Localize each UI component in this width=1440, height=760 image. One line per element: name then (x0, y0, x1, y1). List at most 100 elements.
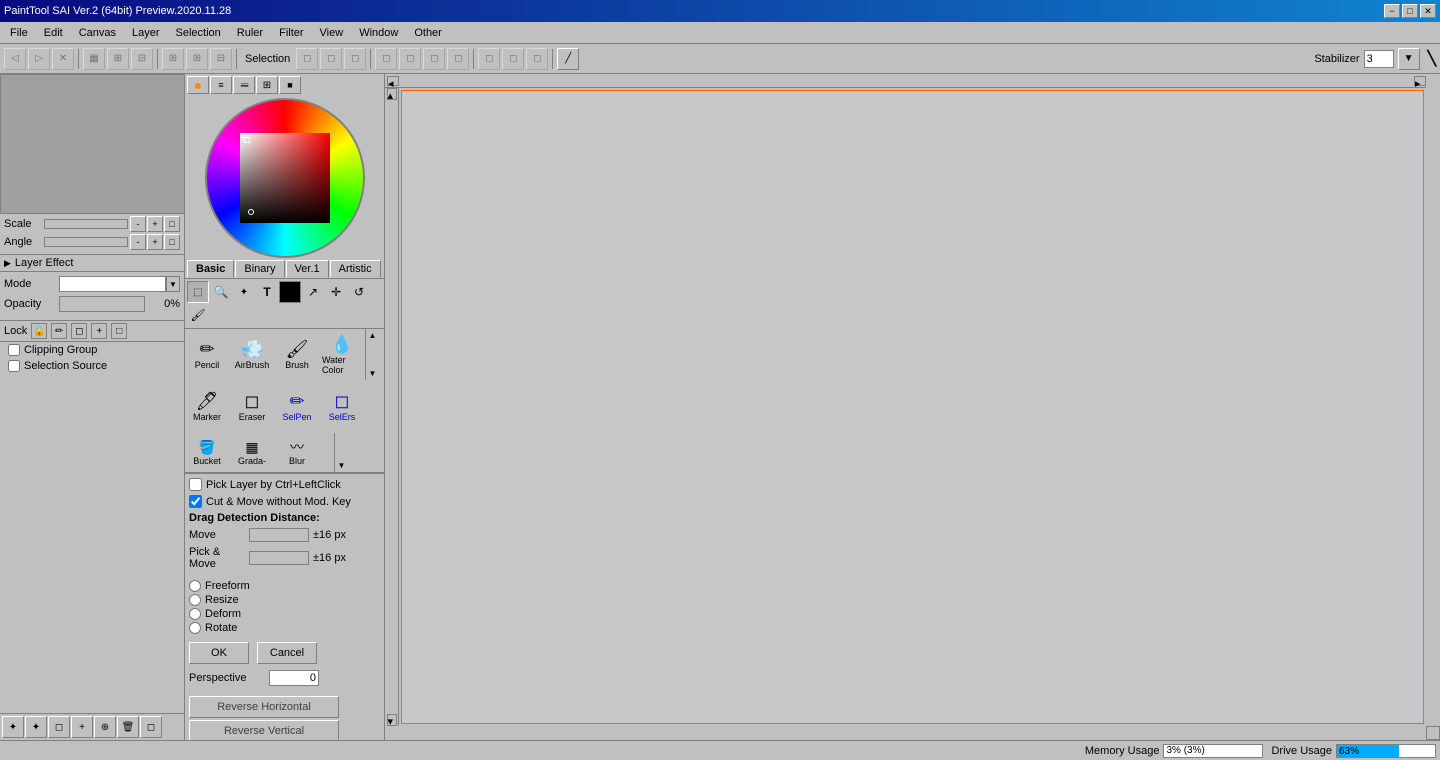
brush-eraser[interactable]: ◻ Eraser (230, 381, 275, 432)
canvas-inner[interactable] (401, 90, 1424, 724)
canvas-scrollbar-top[interactable]: ◂ ▸ (385, 74, 1426, 88)
scale-btn-2[interactable]: + (147, 216, 163, 232)
toolbar-btn-9[interactable]: ⊟ (210, 48, 232, 70)
reverse-vertical-btn[interactable]: Reverse Vertical (189, 720, 339, 740)
toolbar-pen-icon[interactable]: ╱ (557, 48, 579, 70)
brush-bucket[interactable]: 🪣 Bucket (185, 433, 230, 472)
pick-move-slider[interactable] (249, 551, 309, 565)
tool-brush[interactable]: 🖌 (187, 304, 209, 326)
brush-brush[interactable]: 🖌 Brush (275, 329, 320, 380)
layer-effect-header[interactable]: ▶ Layer Effect (0, 255, 184, 272)
tool-undo-rotate[interactable]: ↺ (348, 281, 370, 303)
radio-freeform[interactable] (189, 580, 201, 592)
toolbar-btn-18[interactable]: ◻ (502, 48, 524, 70)
scale-btn-1[interactable]: - (130, 216, 146, 232)
minimize-button[interactable]: − (1384, 4, 1400, 18)
scroll-down-btn[interactable]: ▾ (387, 714, 397, 726)
reverse-horizontal-btn[interactable]: Reverse Horizontal (189, 696, 339, 718)
brush-selers[interactable]: ◻ SelErs (320, 381, 365, 432)
color-tab-1[interactable]: ≡ (210, 76, 232, 94)
layer-btn-7[interactable]: ◻ (140, 716, 162, 738)
toolbar-btn-1[interactable]: ◁ (4, 48, 26, 70)
color-tab-2[interactable]: ≡≡ (233, 76, 255, 94)
angle-btn-1[interactable]: - (130, 234, 146, 250)
toolbar-btn-3[interactable]: ✕ (52, 48, 74, 70)
brush-row-scroll-down[interactable]: ▼ (334, 433, 348, 472)
scroll-left-btn[interactable]: ◂ (387, 76, 399, 86)
menu-other[interactable]: Other (406, 25, 450, 41)
layer-btn-5[interactable]: ⊕ (94, 716, 116, 738)
close-button[interactable]: ✕ (1420, 4, 1436, 18)
angle-slider[interactable] (44, 237, 128, 247)
menu-layer[interactable]: Layer (124, 25, 168, 41)
canvas-scrollbar-left[interactable]: ▴ ▾ (385, 88, 399, 726)
radio-deform[interactable] (189, 608, 201, 620)
cut-move-checkbox[interactable] (189, 495, 202, 508)
brush-scroll-up[interactable]: ▲ ▼ (365, 329, 379, 380)
toolbar-btn-15[interactable]: ◻ (423, 48, 445, 70)
stabilizer-dropdown[interactable]: ▼ (1398, 48, 1420, 70)
brush-pencil[interactable]: ✏ Pencil (185, 329, 230, 380)
layer-btn-3[interactable]: ◻ (48, 716, 70, 738)
menu-window[interactable]: Window (351, 25, 406, 41)
angle-btn-3[interactable]: □ (164, 234, 180, 250)
maximize-button[interactable]: □ (1402, 4, 1418, 18)
scale-slider[interactable] (44, 219, 128, 229)
lock-btn-1[interactable]: 🔒 (31, 323, 47, 339)
color-tab-4[interactable]: ■ (279, 76, 301, 94)
toolbar-btn-19[interactable]: ◻ (526, 48, 548, 70)
color-tab-3[interactable]: ⊞ (256, 76, 278, 94)
toolbar-btn-13[interactable]: ◻ (375, 48, 397, 70)
radio-resize[interactable] (189, 594, 201, 606)
menu-ruler[interactable]: Ruler (229, 25, 271, 41)
scroll-up-btn[interactable]: ▴ (387, 88, 397, 100)
menu-edit[interactable]: Edit (36, 25, 71, 41)
mode-dropdown[interactable]: ▼ (166, 276, 180, 292)
toolbar-btn-14[interactable]: ◻ (399, 48, 421, 70)
selection-source-checkbox[interactable] (8, 360, 20, 372)
tool-move[interactable]: ✛ (325, 281, 347, 303)
color-tab-wheel[interactable]: ● (187, 76, 209, 94)
brush-tab-ver1[interactable]: Ver.1 (286, 260, 329, 278)
color-square[interactable] (240, 133, 330, 223)
brush-tab-basic[interactable]: Basic (187, 260, 234, 278)
cancel-button[interactable]: Cancel (257, 642, 317, 664)
color-wheel-container[interactable] (205, 98, 365, 258)
tool-arrow[interactable]: ↗ (302, 281, 324, 303)
scroll-right-btn[interactable]: ▸ (1414, 76, 1426, 86)
toolbar-btn-5[interactable]: ⊞ (107, 48, 129, 70)
ok-button[interactable]: OK (189, 642, 249, 664)
toolbar-btn-2[interactable]: ▷ (28, 48, 50, 70)
menu-file[interactable]: File (2, 25, 36, 41)
menu-view[interactable]: View (312, 25, 352, 41)
toolbar-btn-8[interactable]: ⊞ (186, 48, 208, 70)
lock-btn-3[interactable]: ◻ (71, 323, 87, 339)
brush-tab-binary[interactable]: Binary (235, 260, 284, 278)
toolbar-btn-16[interactable]: ◻ (447, 48, 469, 70)
tool-text[interactable]: T (256, 281, 278, 303)
color-black-square[interactable] (279, 281, 301, 303)
pen-tool-icon[interactable]: ╲ (1428, 50, 1436, 67)
toolbar-btn-7[interactable]: ⊞ (162, 48, 184, 70)
brush-blur[interactable]: 〰 Blur (275, 433, 320, 472)
lock-btn-5[interactable]: □ (111, 323, 127, 339)
layer-btn-6[interactable]: 🗑 (117, 716, 139, 738)
layer-btn-4[interactable]: + (71, 716, 93, 738)
brush-gradient[interactable]: ▦ Grada- (230, 433, 275, 472)
layer-btn-2[interactable]: ✦ (25, 716, 47, 738)
toolbar-btn-6[interactable]: ⊟ (131, 48, 153, 70)
toolbar-btn-17[interactable]: ◻ (478, 48, 500, 70)
brush-tab-artistic[interactable]: Artistic (330, 260, 381, 278)
angle-btn-2[interactable]: + (147, 234, 163, 250)
move-slider[interactable] (249, 528, 309, 542)
brush-selpen[interactable]: ✏ SelPen (275, 381, 320, 432)
menu-selection[interactable]: Selection (168, 25, 229, 41)
radio-rotate[interactable] (189, 622, 201, 634)
lock-btn-2[interactable]: ✏ (51, 323, 67, 339)
tool-select[interactable]: ⬚ (187, 281, 209, 303)
toolbar-btn-4[interactable]: ▦ (83, 48, 105, 70)
tool-rotate[interactable]: ✦ (233, 281, 255, 303)
stabilizer-input[interactable] (1364, 50, 1394, 68)
brush-marker[interactable]: 🖊 Marker (185, 381, 230, 432)
pick-layer-checkbox[interactable] (189, 478, 202, 491)
